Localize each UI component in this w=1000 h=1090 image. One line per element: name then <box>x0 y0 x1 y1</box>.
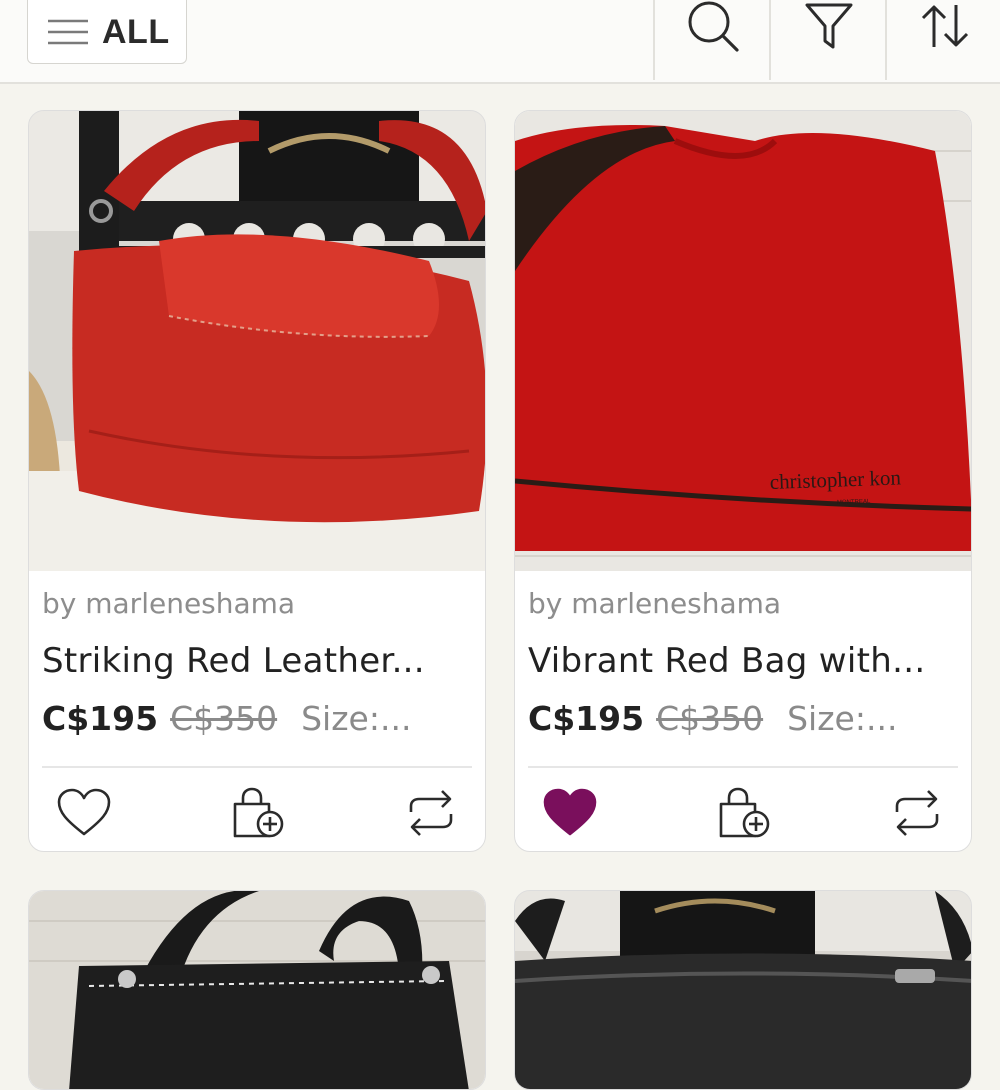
listing-card[interactable] <box>28 890 486 1090</box>
add-to-bundle-button[interactable] <box>714 783 774 843</box>
listing-photo[interactable] <box>515 891 971 1089</box>
original-price: C$350 <box>656 699 764 738</box>
listing-title[interactable]: Striking Red Leather... <box>42 641 472 681</box>
red-leather-handbag-image <box>29 111 485 571</box>
repost-icon <box>895 790 939 836</box>
current-price: C$195 <box>42 699 159 738</box>
listing-photo[interactable] <box>29 891 485 1089</box>
size-label: Size:... <box>787 699 898 738</box>
listing-card[interactable] <box>514 890 972 1090</box>
brand-print-subtext: MONTREAL <box>837 499 871 506</box>
listing-card[interactable]: by marleneshama Striking Red Leather... … <box>28 110 486 852</box>
listing-title[interactable]: Vibrant Red Bag with... <box>528 641 958 681</box>
search-icon <box>688 1 739 52</box>
heart-outline-icon <box>57 788 111 836</box>
red-dust-bag-image: christopher kon MONTREAL <box>515 111 971 571</box>
listing-card[interactable]: christopher kon MONTREAL by marleneshama… <box>514 110 972 852</box>
like-button[interactable] <box>540 783 600 843</box>
category-filter-label: ALL <box>102 12 170 51</box>
brand-print-text: christopher kon <box>769 465 901 494</box>
size-label: Size:... <box>301 699 412 738</box>
current-price: C$195 <box>528 699 645 738</box>
bag-plus-icon <box>719 787 770 838</box>
filter-icon <box>805 3 852 49</box>
black-leather-bag-image <box>515 891 971 1089</box>
menu-icon <box>48 19 88 45</box>
seller-name[interactable]: by marleneshama <box>528 587 781 620</box>
share-button[interactable] <box>401 783 461 843</box>
heart-filled-icon <box>543 788 597 836</box>
repost-icon <box>409 790 453 836</box>
divider <box>42 766 472 768</box>
price-line: C$195 C$350 Size:... <box>528 699 897 738</box>
filter-button[interactable] <box>769 0 886 80</box>
listing-photo[interactable] <box>29 111 485 571</box>
listing-photo[interactable]: christopher kon MONTREAL <box>515 111 971 571</box>
category-filter-button[interactable]: ALL <box>27 0 187 64</box>
add-to-bundle-button[interactable] <box>228 783 288 843</box>
top-bar: ALL <box>0 0 1000 84</box>
black-bag-image <box>29 891 485 1089</box>
share-button[interactable] <box>887 783 947 843</box>
sort-icon <box>921 5 968 47</box>
bag-plus-icon <box>233 787 284 838</box>
like-button[interactable] <box>54 783 114 843</box>
seller-name[interactable]: by marleneshama <box>42 587 295 620</box>
sort-button[interactable] <box>885 0 1000 80</box>
original-price: C$350 <box>170 699 278 738</box>
divider <box>528 766 958 768</box>
price-line: C$195 C$350 Size:... <box>42 699 411 738</box>
search-button[interactable] <box>653 0 770 80</box>
